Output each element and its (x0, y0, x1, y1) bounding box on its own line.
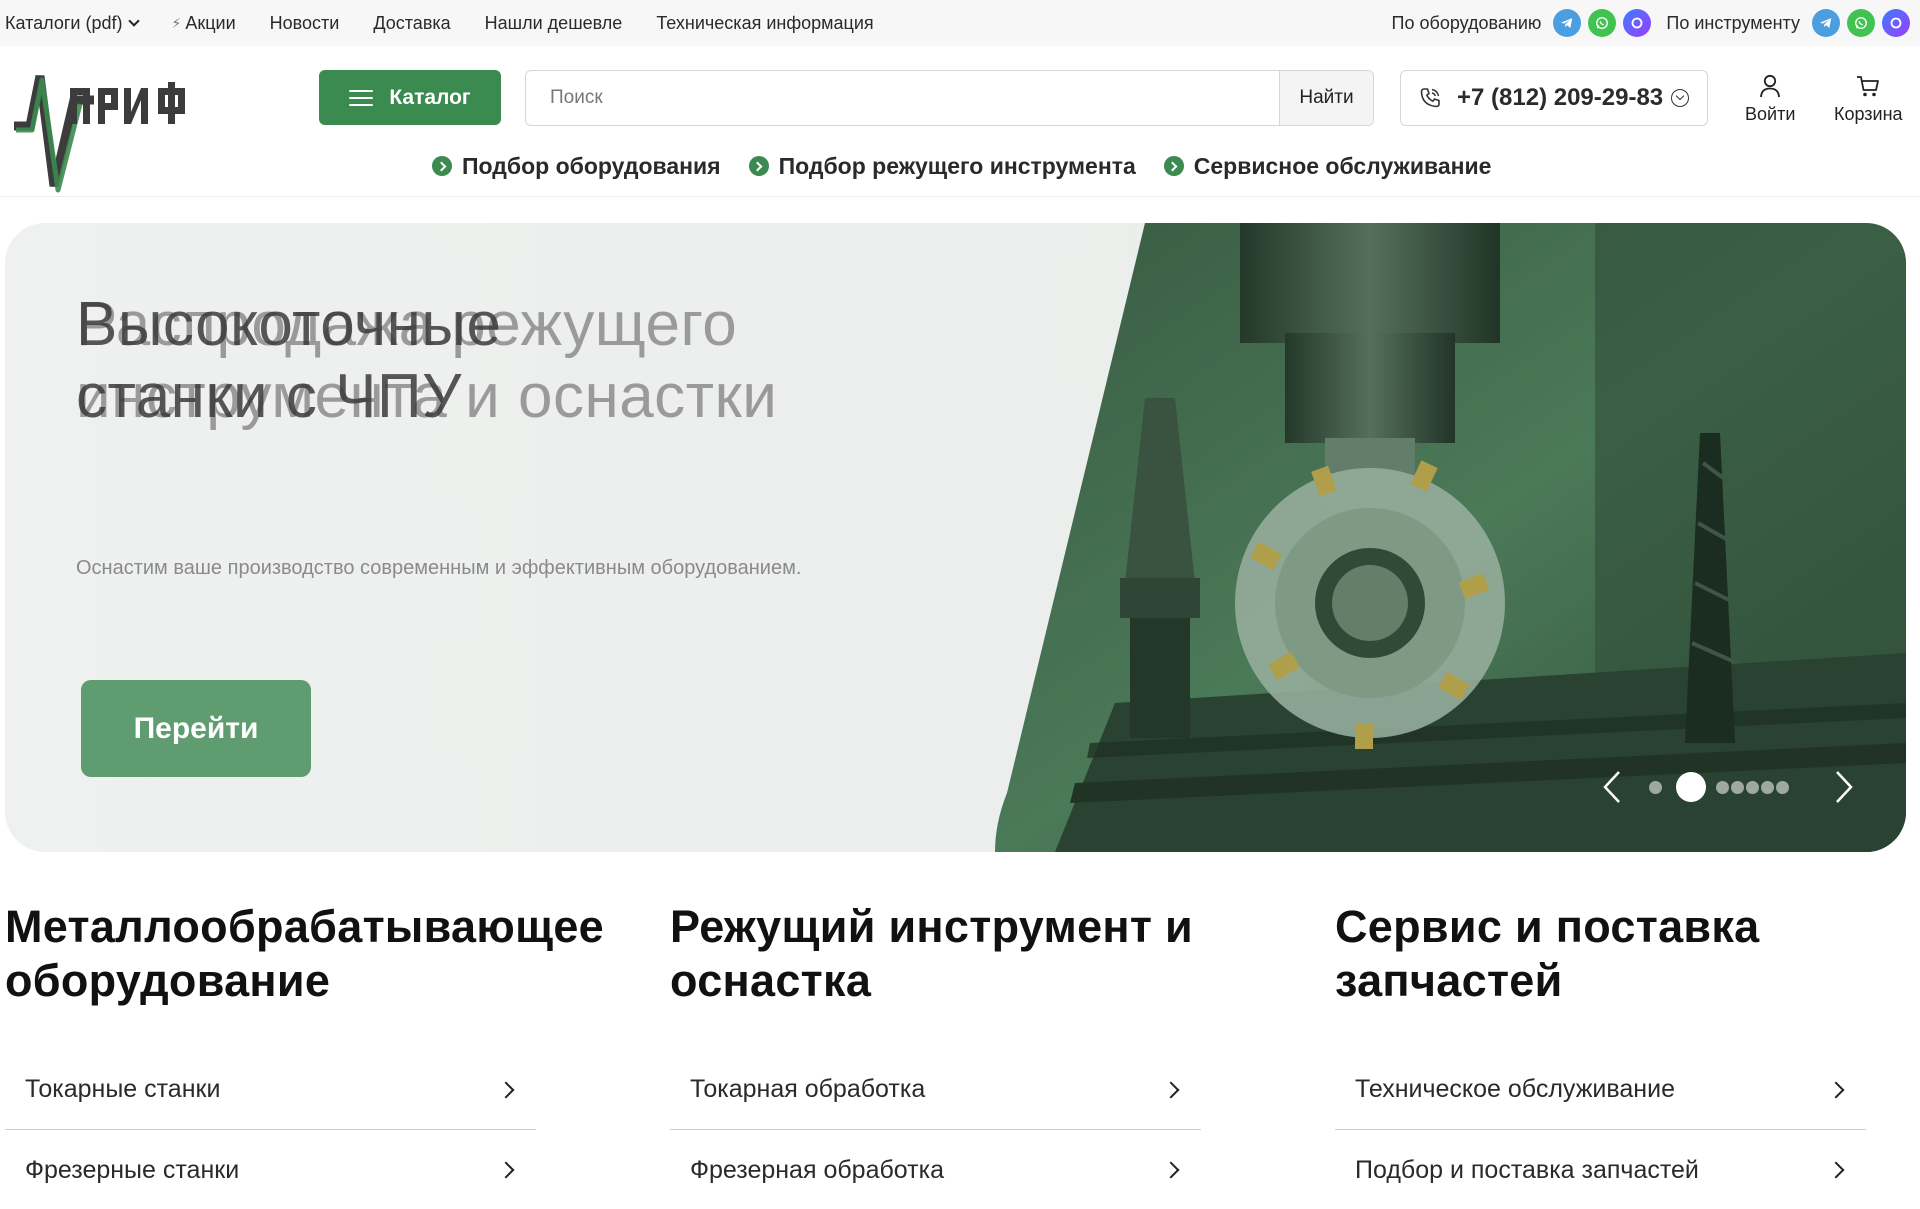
whatsapp-icon[interactable] (1588, 9, 1617, 37)
search-input[interactable] (526, 71, 1279, 125)
chevron-right-icon (1827, 1081, 1845, 1098)
bolt-icon: ⚡ (171, 14, 182, 31)
top-nav-news[interactable]: Новости (270, 0, 340, 46)
catalog-button[interactable]: Каталог (319, 70, 501, 125)
contact-messengers: По оборудованию По инструменту (1392, 0, 1910, 46)
top-nav-delivery[interactable]: Доставка (373, 0, 450, 46)
search-button[interactable]: Найти (1279, 71, 1373, 125)
category-title: Металлообрабатывающее оборудование (5, 901, 604, 1006)
max-messenger-icon[interactable] (1882, 9, 1910, 37)
phone-number: +7 (812) 209-29-83 (1457, 84, 1664, 111)
chevron-right-icon (1827, 1161, 1845, 1179)
category-service: Сервис и поставка запчастей Техническое … (1335, 900, 1866, 1184)
category-link[interactable]: Токарная обработка (670, 1050, 1201, 1130)
top-nav-label: Новости (269, 12, 340, 33)
top-nav-label: Акции (185, 12, 236, 33)
carousel-dot-active[interactable] (1676, 772, 1706, 802)
chevron-down-icon (127, 15, 140, 27)
category-tooling: Режущий инструмент и оснастка Токарная о… (670, 900, 1201, 1184)
hero-cta-button[interactable]: Перейти (81, 680, 311, 777)
phone-icon (1420, 88, 1440, 108)
category-list: Техническое обслуживание Подбор и постав… (1335, 1050, 1866, 1209)
service-subnav: Подбор оборудования Подбор режущего инст… (432, 146, 1519, 186)
category-list: Токарные станки Фрезерные станки (5, 1050, 536, 1209)
carousel-dot[interactable] (1716, 780, 1729, 794)
menu-icon (349, 89, 374, 106)
hero-carousel: Распродажа режущего инструмента и оснаст… (5, 223, 1906, 852)
category-link-label: Подбор и поставка запчастей (1355, 1155, 1699, 1184)
carousel-next-button[interactable] (1827, 767, 1861, 807)
hero-subtitle: Оснастим ваше производство современным и… (76, 557, 802, 579)
carousel-dot[interactable] (1761, 780, 1774, 794)
cart-label: Корзина (1834, 104, 1903, 124)
category-list: Токарная обработка Фрезерная обработка (670, 1050, 1201, 1209)
login-button[interactable]: Войти (1745, 72, 1795, 125)
chevron-right-circle-icon (432, 156, 452, 176)
category-link[interactable]: Подбор и поставка запчастей (1335, 1130, 1866, 1209)
subnav-label: Сервисное обслуживание (1193, 152, 1492, 179)
login-label: Войти (1745, 104, 1796, 124)
carousel-controls (1595, 767, 1861, 807)
site-header: Каталог Найти +7 (812) 209-29-83 Войти К… (0, 46, 1920, 197)
top-nav-tech-info[interactable]: Техническая информация (656, 0, 873, 46)
max-messenger-icon[interactable] (1623, 9, 1652, 37)
subnav-label: Подбор оборудования (462, 152, 721, 179)
category-link-label: Техническое обслуживание (1355, 1075, 1675, 1103)
category-link-label: Фрезерные станки (25, 1155, 240, 1184)
subnav-equipment-selection[interactable]: Подбор оборудования (432, 153, 721, 180)
category-title: Режущий инструмент и оснастка (670, 901, 1193, 1006)
chevron-down-icon (1671, 89, 1690, 107)
top-nav: Каталоги (pdf) ⚡ Акции Новости Доставка … (0, 0, 874, 46)
chevron-left-icon (1603, 771, 1620, 803)
telegram-icon[interactable] (1553, 9, 1582, 37)
top-nav-label: Каталоги (pdf) (5, 12, 123, 33)
carousel-dot[interactable] (1776, 780, 1789, 794)
carousel-dots (1649, 772, 1791, 802)
top-nav-label: Нашли дешевле (484, 12, 623, 33)
carousel-dot[interactable] (1731, 780, 1744, 794)
hero-machining-image (995, 223, 1906, 852)
carousel-prev-button[interactable] (1595, 767, 1629, 807)
top-nav-catalogs-pdf[interactable]: Каталоги (pdf) (5, 0, 140, 46)
chevron-right-icon (1836, 771, 1853, 803)
carousel-dot[interactable] (1746, 780, 1759, 794)
cart-icon (1857, 76, 1880, 97)
search-bar: Найти (525, 70, 1374, 126)
whatsapp-icon[interactable] (1847, 9, 1875, 37)
top-utility-bar: Каталоги (pdf) ⚡ Акции Новости Доставка … (0, 0, 1920, 46)
category-title: Сервис и поставка запчастей (1335, 901, 1760, 1006)
telegram-icon[interactable] (1812, 9, 1840, 37)
chevron-right-icon (497, 1081, 515, 1098)
chevron-right-icon (497, 1161, 515, 1179)
category-link[interactable]: Токарные станки (5, 1050, 536, 1130)
category-equipment: Металлообрабатывающее оборудование Токар… (5, 900, 604, 1184)
cart-button[interactable]: Корзина (1834, 72, 1903, 125)
contact-equipment-label: По оборудованию (1391, 12, 1542, 33)
top-nav-promotions[interactable]: ⚡ Акции (172, 0, 236, 46)
category-link[interactable]: Техническое обслуживание (1335, 1050, 1866, 1130)
chevron-right-circle-icon (748, 156, 769, 176)
category-link[interactable]: Фрезерные станки (5, 1130, 536, 1209)
category-link-label: Фрезерная обработка (690, 1155, 944, 1184)
catalog-button-label: Каталог (389, 85, 471, 109)
company-logo[interactable] (10, 68, 215, 196)
contact-tools-label: По инструменту (1666, 12, 1800, 33)
phone-dropdown[interactable]: +7 (812) 209-29-83 (1400, 70, 1708, 126)
top-nav-label: Доставка (373, 12, 451, 33)
top-nav-label: Техническая информация (656, 12, 874, 33)
chevron-right-icon (1162, 1161, 1180, 1179)
subnav-label: Подбор режущего инструмента (778, 152, 1136, 179)
category-link-label: Токарная обработка (690, 1075, 926, 1103)
chevron-right-circle-icon (1163, 156, 1184, 176)
chevron-right-icon (1162, 1081, 1180, 1098)
category-link-label: Токарные станки (25, 1075, 221, 1103)
subnav-tool-selection[interactable]: Подбор режущего инструмента (748, 152, 1136, 180)
user-icon (1760, 74, 1781, 98)
hero-title-overlay: Высокоточные станки с ЧПУ (76, 290, 502, 431)
category-link[interactable]: Фрезерная обработка (670, 1130, 1201, 1209)
carousel-dot[interactable] (1649, 780, 1662, 794)
subnav-service[interactable]: Сервисное обслуживание (1163, 152, 1492, 180)
top-nav-found-cheaper[interactable]: Нашли дешевле (485, 0, 623, 46)
